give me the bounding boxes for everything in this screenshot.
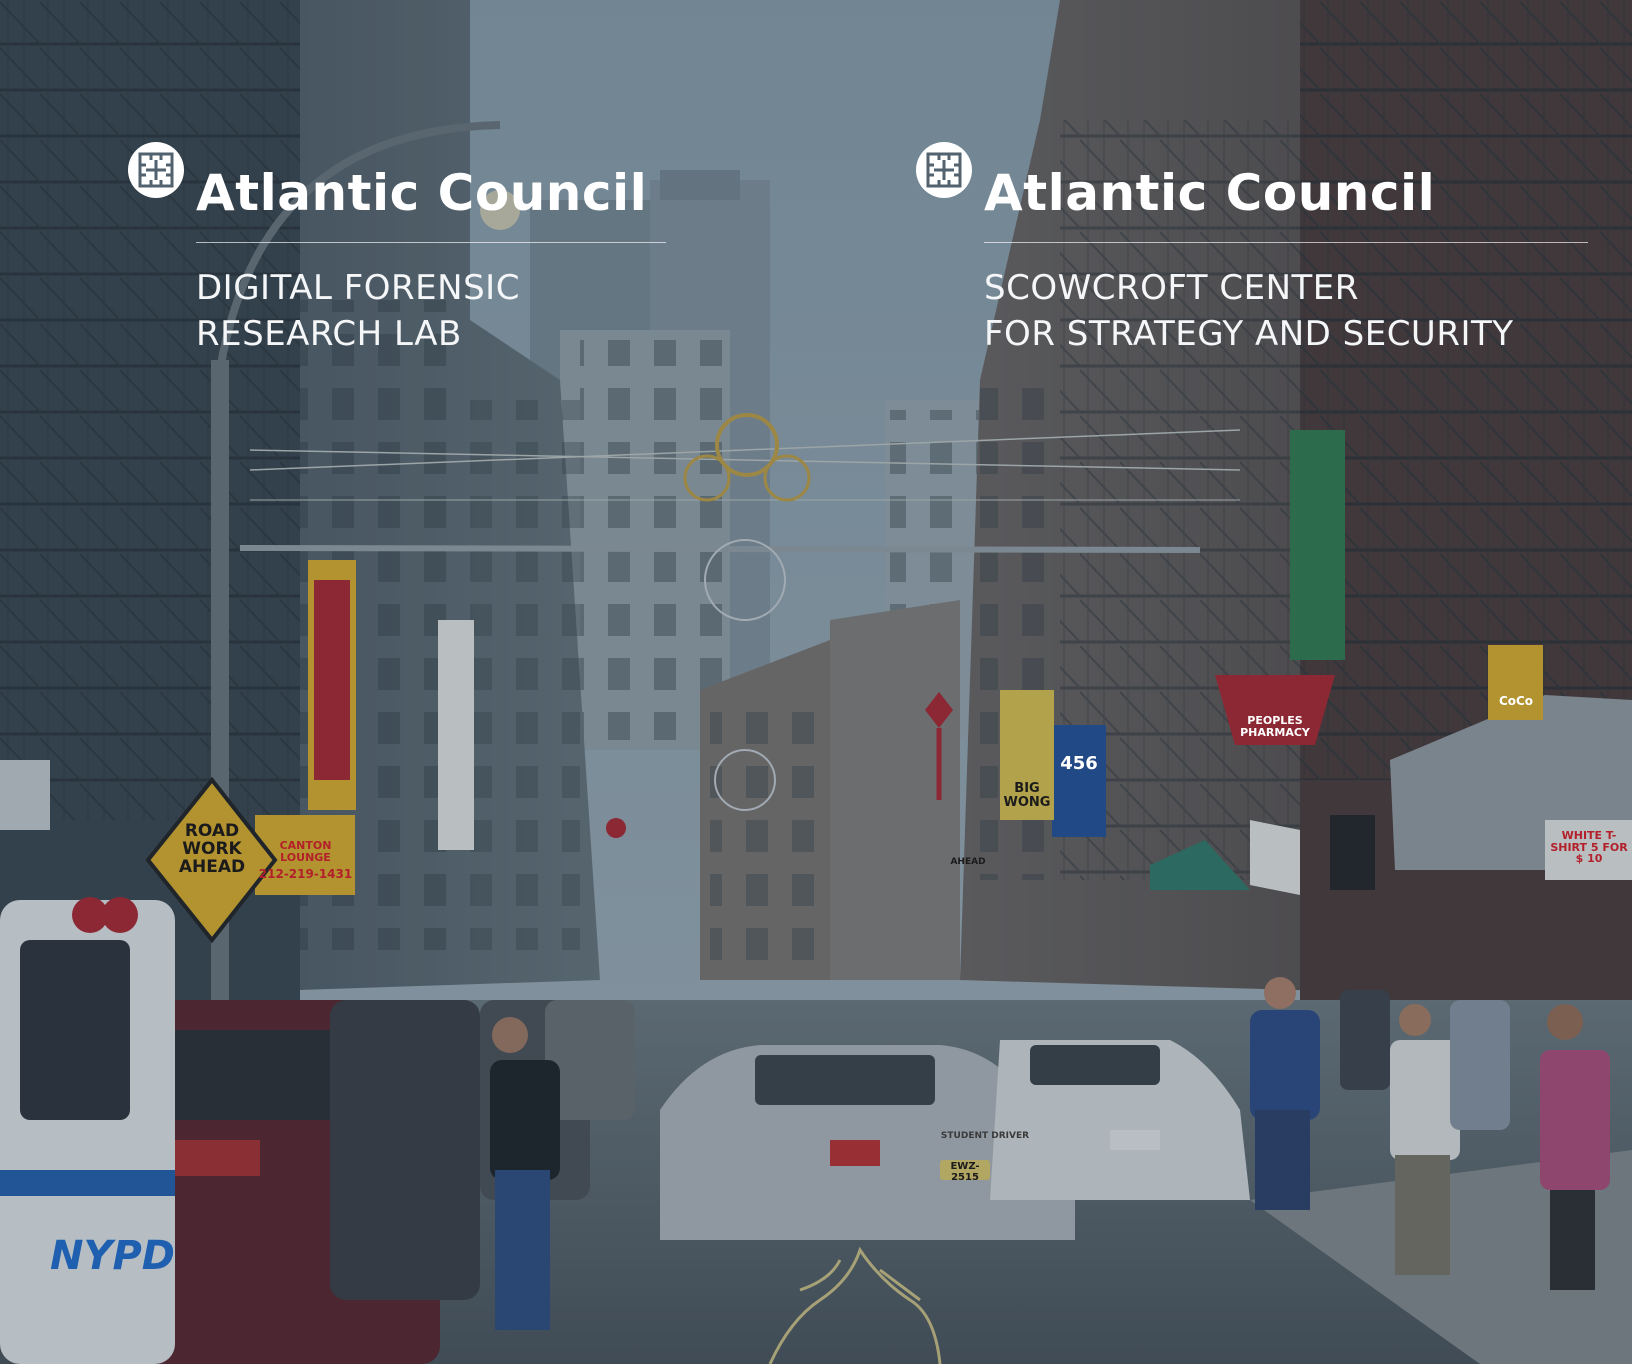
coco-sign-text: CoCo: [1498, 694, 1534, 708]
brand-name: Atlantic Council: [984, 164, 1436, 222]
canton-lounge-sign-text: CANTON LOUNGE: [279, 839, 332, 864]
program-line-2: FOR STRATEGY AND SECURITY: [984, 314, 1514, 354]
white-tshirt-sign-text: WHITE T-SHIRT 5 FOR $ 10: [1550, 829, 1628, 866]
dfrlab-logo-block: Atlantic Council DIGITAL FORENSIC RESEAR…: [124, 136, 666, 357]
ahead-sign-text: AHEAD: [950, 857, 986, 867]
logo-divider: [196, 242, 666, 243]
program-name: DIGITAL FORENSIC RESEARCH LAB: [196, 265, 666, 357]
program-line-1: SCOWCROFT CENTER: [984, 268, 1359, 308]
logo-divider: [984, 242, 1588, 243]
atlantic-council-globe-icon: [128, 142, 184, 198]
license-plate-text: EWZ-2515: [950, 1161, 980, 1183]
program-name: SCOWCROFT CENTER FOR STRATEGY AND SECURI…: [984, 265, 1588, 357]
nypd-text: NYPD: [50, 1233, 175, 1279]
program-line-2: RESEARCH LAB: [196, 314, 462, 354]
atlantic-council-globe-icon: [916, 142, 972, 198]
program-line-1: DIGITAL FORENSIC: [196, 268, 520, 308]
scowcroft-logo-block: Atlantic Council SCOWCROFT CENTER FOR ST…: [912, 136, 1588, 357]
road-work-sign-text: ROAD WORK AHEAD: [178, 821, 246, 877]
brand-name: Atlantic Council: [196, 164, 648, 222]
student-driver-text: STUDENT DRIVER: [940, 1131, 1030, 1141]
big-wong-sign-text: BIG WONG: [1003, 781, 1051, 810]
canton-phone-text: 212-219-1431: [258, 867, 353, 881]
sign-456-text: 456: [1060, 753, 1098, 774]
peoples-pharmacy-sign-text: PEOPLES PHARMACY: [1240, 714, 1310, 739]
